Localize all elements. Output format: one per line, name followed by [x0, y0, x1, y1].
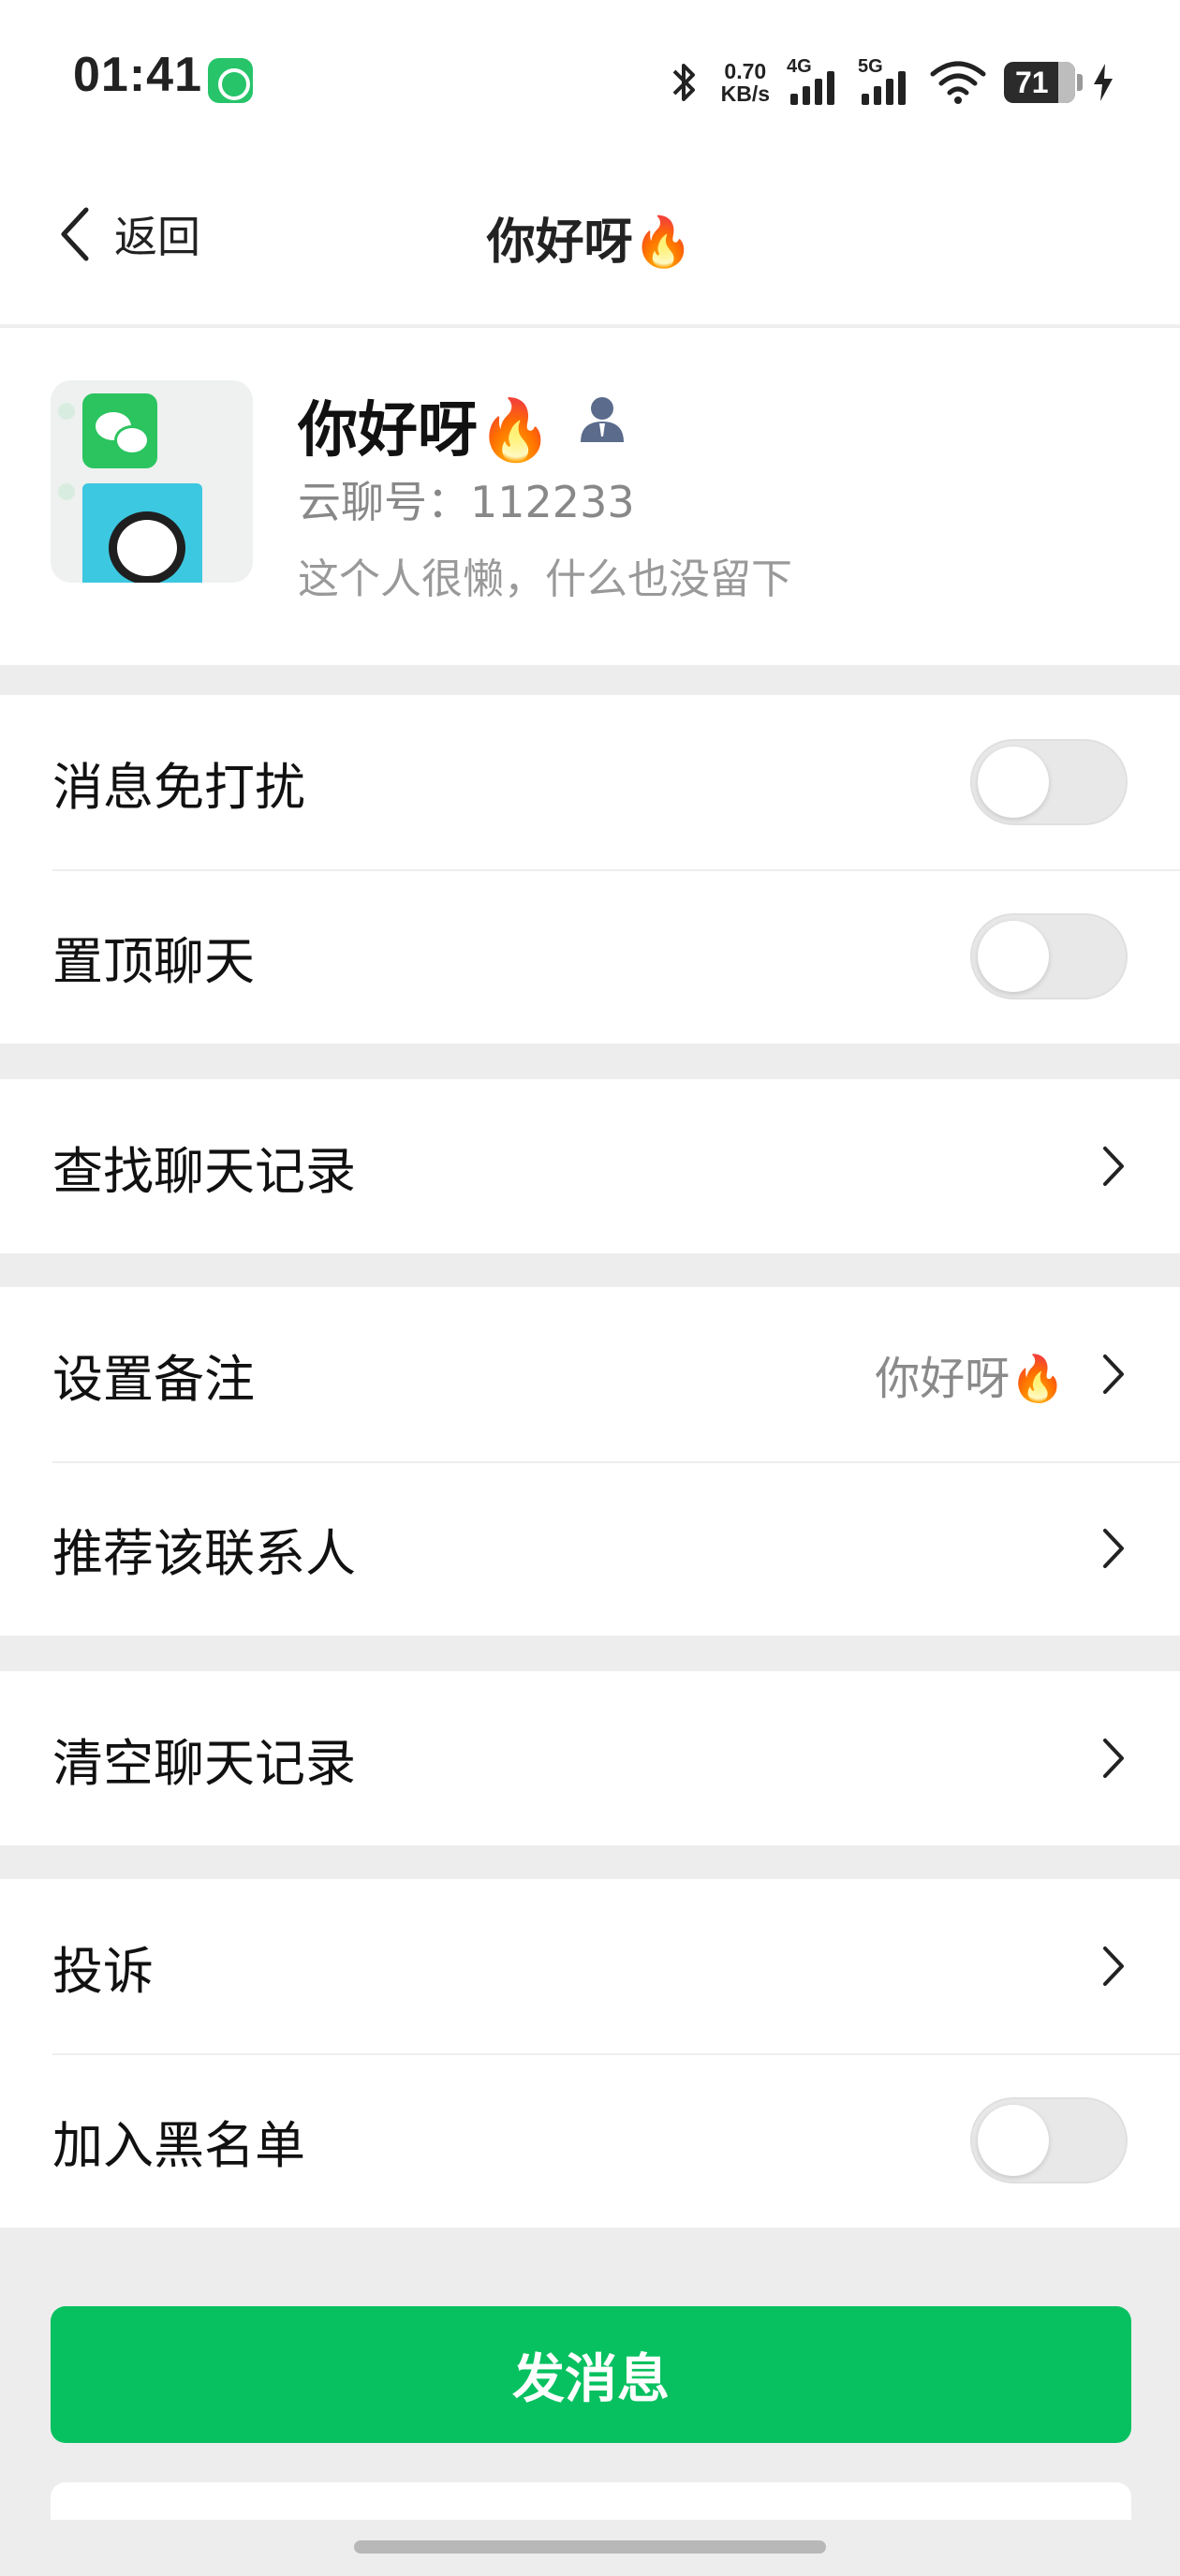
- send-message-button[interactable]: 发消息: [51, 2306, 1131, 2443]
- network-speed-value: 0.70: [724, 59, 767, 83]
- contact-name: 你好呀🔥: [298, 396, 553, 466]
- chevron-right-icon: [1103, 1147, 1124, 1186]
- pin-chat-row[interactable]: 置顶聊天: [0, 869, 1180, 1044]
- settings-group-clear: 清空聊天记录: [0, 1671, 1180, 1845]
- set-remark-row[interactable]: 设置备注 你好呀🔥: [0, 1287, 1180, 1461]
- status-icons: 0.70 KB/s 4G 5G 71: [665, 54, 1114, 111]
- page-title: 你好呀🔥: [486, 215, 694, 271]
- complain-label: 投诉: [52, 1941, 154, 2001]
- contact-profile: 你好呀🔥 云聊号：112233 这个人很懒，什么也没留下: [0, 328, 1180, 665]
- mute-notifications-toggle[interactable]: [970, 739, 1128, 825]
- pin-chat-toggle[interactable]: [970, 913, 1128, 999]
- clear-chat-history-label: 清空聊天记录: [52, 1733, 356, 1793]
- blacklist-row[interactable]: 加入黑名单: [0, 2053, 1180, 2228]
- signal-5g-icon: 5G: [858, 56, 912, 109]
- settings-group-report: 投诉 加入黑名单: [0, 1879, 1180, 2228]
- battery-icon: 71: [1004, 62, 1083, 103]
- contact-signature: 这个人很懒，什么也没留下: [298, 555, 792, 603]
- chevron-right-icon: [1103, 1947, 1124, 1986]
- nav-bar: 返回 你好呀🔥: [0, 159, 1180, 326]
- chevron-right-icon: [1103, 1739, 1124, 1778]
- settings-group-search: 查找聊天记录: [0, 1079, 1180, 1253]
- settings-group-notifications: 消息免打扰 置顶聊天: [0, 695, 1180, 1044]
- secondary-action-button[interactable]: [51, 2482, 1131, 2520]
- clear-chat-history-row[interactable]: 清空聊天记录: [0, 1671, 1180, 1845]
- signal-4g-icon: 4G: [787, 56, 841, 109]
- person-icon: [581, 397, 624, 442]
- pin-chat-label: 置顶聊天: [52, 931, 255, 991]
- charging-icon: [1094, 64, 1113, 101]
- chevron-right-icon: [1103, 1355, 1124, 1394]
- chevron-right-icon: [1103, 1529, 1124, 1568]
- wifi-icon: [930, 61, 986, 104]
- status-bar: 01:41 0.70 KB/s 4G 5G 71: [0, 0, 1180, 159]
- remark-value: 你好呀🔥: [875, 1353, 1066, 1405]
- home-indicator[interactable]: [354, 2540, 826, 2554]
- search-chat-history-label: 查找聊天记录: [52, 1141, 356, 1201]
- settings-group-contact: 设置备注 你好呀🔥 推荐该联系人: [0, 1287, 1180, 1636]
- app-notification-icon: [208, 58, 253, 103]
- mute-notifications-label: 消息免打扰: [52, 757, 305, 817]
- status-time: 01:41: [73, 48, 202, 102]
- bluetooth-icon: [672, 64, 695, 101]
- avatar[interactable]: [51, 380, 253, 583]
- blacklist-toggle[interactable]: [970, 2097, 1128, 2184]
- network-speed-unit: KB/s: [720, 81, 770, 106]
- contact-id: 云聊号：112233: [298, 477, 635, 527]
- search-chat-history-row[interactable]: 查找聊天记录: [0, 1079, 1180, 1253]
- mute-notifications-row[interactable]: 消息免打扰: [0, 695, 1180, 869]
- blacklist-label: 加入黑名单: [52, 2115, 305, 2175]
- network-speed: 0.70 KB/s: [721, 60, 770, 105]
- battery-level: 71: [1015, 65, 1049, 99]
- recommend-contact-row[interactable]: 推荐该联系人: [0, 1461, 1180, 1636]
- set-remark-label: 设置备注: [52, 1349, 255, 1409]
- recommend-contact-label: 推荐该联系人: [52, 1523, 356, 1583]
- complain-row[interactable]: 投诉: [0, 1879, 1180, 2053]
